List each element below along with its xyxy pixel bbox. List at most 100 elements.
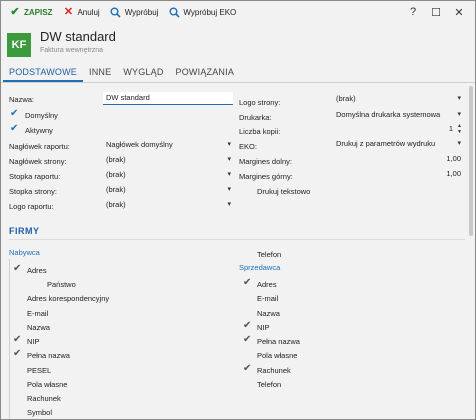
margin-bottom-label: Margines dolny:	[239, 157, 292, 166]
report-logo-value: (brak)	[106, 200, 126, 209]
eko-select[interactable]: Drukuj z parametrów wydruku ▾	[333, 138, 463, 151]
seller-item-checkbox[interactable]	[243, 307, 253, 317]
page-header-label: Nagłówek strony:	[9, 157, 67, 166]
seller-item-label: Nazwa	[257, 309, 280, 318]
try-label: Wypróbuj	[124, 7, 159, 17]
copies-stepper[interactable]: 1 ▲ ▼	[333, 123, 463, 136]
report-header-select[interactable]: Nagłówek domyślny ▾	[103, 139, 233, 152]
report-logo-select[interactable]: (brak) ▾	[103, 199, 233, 212]
seller-item-label: NIP	[257, 323, 270, 332]
avatar: KF	[7, 33, 31, 57]
seller-item-label: Pełna nazwa	[257, 337, 300, 346]
chevron-down-icon: ▾	[457, 111, 461, 118]
section-divider	[9, 239, 465, 240]
close-button[interactable]: ✕	[449, 4, 469, 20]
margin-top-input[interactable]: 1,00	[333, 168, 463, 181]
default-label: Domyślny	[25, 111, 58, 120]
chevron-down-icon[interactable]: ▼	[457, 130, 462, 135]
report-footer-label: Stopka raportu:	[9, 172, 61, 181]
buyer-item-checkbox[interactable]: ✔	[13, 335, 23, 345]
try-eko-button[interactable]: Wypróbuj EKO	[164, 3, 240, 21]
toolbar: ✔ ZAPISZ ✕ Anuluj Wypróbuj Wypróbuj EKO …	[1, 1, 475, 23]
buyer-item-label: Rachunek	[27, 394, 61, 403]
document-definition-window: ✔ ZAPISZ ✕ Anuluj Wypróbuj Wypróbuj EKO …	[0, 0, 476, 420]
copies-value: 1	[448, 124, 453, 133]
buyer-phone-label: Telefon	[257, 250, 282, 259]
chevron-down-icon: ▾	[227, 186, 231, 193]
seller-item-label: Rachunek	[257, 366, 291, 375]
buyer-item-label: Państwo	[47, 280, 76, 289]
buyer-item-label: Pola własne	[27, 380, 68, 389]
chevron-down-icon: ▾	[457, 140, 461, 147]
printer-select[interactable]: Domyślna drukarka systemowa ▾	[333, 109, 463, 122]
buyer-item-checkbox[interactable]	[33, 278, 43, 288]
report-header-label: Nagłówek raportu:	[9, 142, 70, 151]
name-input[interactable]: DW standard	[103, 92, 233, 105]
page-logo-value: (brak)	[336, 94, 356, 103]
report-header-value: Nagłówek domyślny	[106, 140, 173, 149]
seller-item-checkbox[interactable]: ✔	[243, 335, 253, 345]
search-icon	[110, 6, 122, 18]
buyer-item-checkbox[interactable]	[13, 307, 23, 317]
page-header-select[interactable]: (brak) ▾	[103, 154, 233, 167]
buyer-item-checkbox[interactable]	[13, 364, 23, 374]
seller-item-label: Pola własne	[257, 351, 298, 360]
page-logo-select[interactable]: (brak) ▾	[333, 93, 463, 106]
print-text-checkbox[interactable]	[241, 185, 251, 195]
tab-inne[interactable]: INNE	[83, 65, 117, 82]
chevron-down-icon: ▾	[227, 156, 231, 163]
firmy-section-title: FIRMY	[9, 226, 40, 236]
margin-bottom-value: 1,00	[446, 154, 461, 163]
save-button[interactable]: ✔ ZAPISZ	[5, 3, 56, 21]
buyer-item-checkbox[interactable]	[13, 321, 23, 331]
buyer-item-checkbox[interactable]: ✔	[13, 264, 23, 274]
seller-item-checkbox[interactable]	[243, 349, 253, 359]
chevron-down-icon: ▾	[227, 141, 231, 148]
buyer-item-checkbox[interactable]	[13, 378, 23, 388]
window-controls: ? ☐ ✕	[400, 4, 469, 20]
chevron-down-icon: ▾	[227, 171, 231, 178]
seller-item-checkbox[interactable]: ✔	[243, 278, 253, 288]
page-footer-label: Stopka strony:	[9, 187, 57, 196]
buyer-title: Nabywca	[9, 248, 40, 257]
scrollbar[interactable]	[469, 86, 473, 236]
seller-item-label: Telefon	[257, 380, 282, 389]
margin-top-label: Margines górny:	[239, 172, 293, 181]
buyer-item-label: Adres korespondencyjny	[27, 294, 110, 303]
tab-content: Nazwa: DW standard ✔ Domyślny ✔ Aktywny …	[1, 84, 475, 419]
page-footer-select[interactable]: (brak) ▾	[103, 184, 233, 197]
tab-powiazania[interactable]: POWIĄZANIA	[170, 65, 241, 82]
cancel-button[interactable]: ✕ Anuluj	[58, 3, 103, 21]
buyer-item-checkbox[interactable]: ✔	[13, 349, 23, 359]
default-checkbox[interactable]: ✔	[10, 109, 20, 119]
divider	[9, 259, 10, 419]
seller-item-checkbox[interactable]: ✔	[243, 364, 253, 374]
save-label: ZAPISZ	[24, 7, 53, 17]
margin-bottom-input[interactable]: 1,00	[333, 153, 463, 166]
buyer-item-label: E-mail	[27, 309, 49, 318]
try-button[interactable]: Wypróbuj	[106, 3, 163, 21]
report-footer-select[interactable]: (brak) ▾	[103, 169, 233, 182]
buyer-item-label: Nazwa	[27, 323, 50, 332]
close-icon: ✕	[63, 5, 74, 18]
buyer-phone-checkbox[interactable]	[241, 248, 251, 258]
cancel-label: Anuluj	[77, 7, 100, 17]
seller-item-checkbox[interactable]: ✔	[243, 321, 253, 331]
buyer-item-label: Adres	[27, 266, 47, 275]
maximize-button[interactable]: ☐	[426, 4, 446, 20]
chevron-down-icon: ▾	[457, 95, 461, 102]
buyer-item-checkbox[interactable]	[13, 292, 23, 302]
help-button[interactable]: ?	[403, 4, 423, 20]
seller-item-label: E-mail	[257, 294, 279, 303]
active-checkbox[interactable]: ✔	[10, 124, 20, 134]
tab-wyglad[interactable]: WYGLĄD	[117, 65, 169, 82]
seller-item-label: Adres	[257, 280, 277, 289]
report-footer-value: (brak)	[106, 170, 126, 179]
page-footer-value: (brak)	[106, 185, 126, 194]
buyer-item-checkbox[interactable]	[13, 406, 23, 416]
tab-podstawowe[interactable]: PODSTAWOWE	[3, 65, 83, 82]
seller-item-checkbox[interactable]	[243, 292, 253, 302]
page-title: DW standard	[40, 29, 116, 44]
seller-item-checkbox[interactable]	[243, 378, 253, 388]
buyer-item-checkbox[interactable]	[13, 392, 23, 402]
